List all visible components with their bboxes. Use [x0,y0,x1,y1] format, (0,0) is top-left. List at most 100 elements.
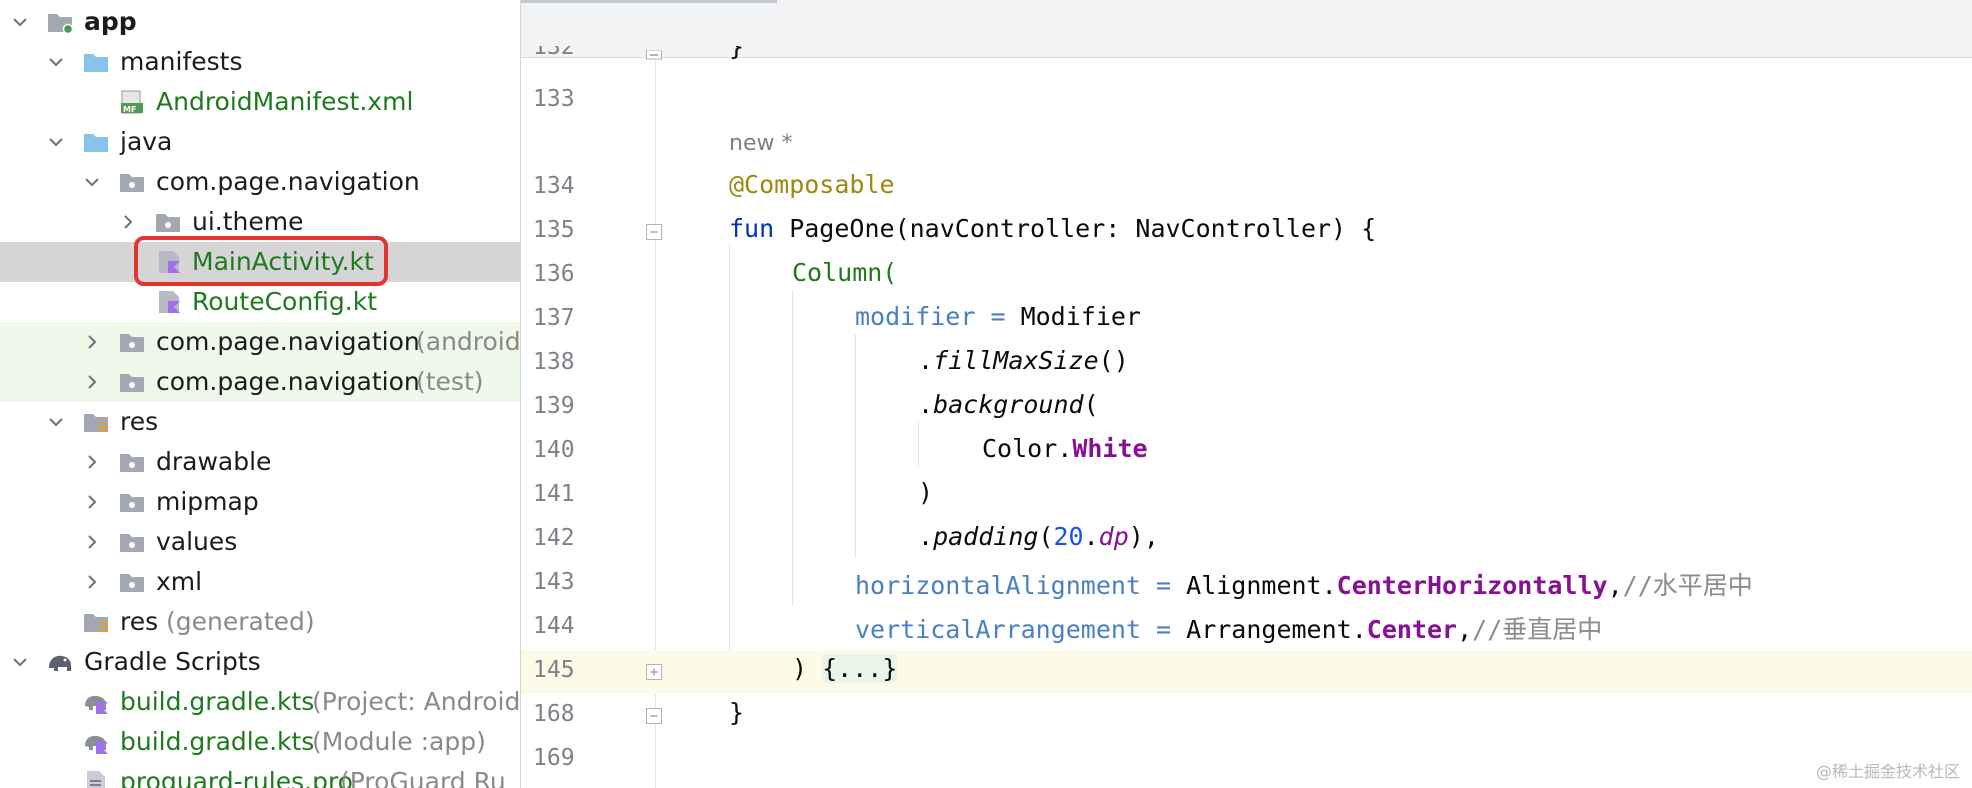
folder-icon [84,134,108,152]
code-line-143: horizontalAlignment = Alignment.CenterHo… [855,571,1753,600]
tree-row-build-gradle-project[interactable]: build.gradle.kts (Project: Android [0,682,520,722]
tree-row-values[interactable]: values [0,522,520,562]
tree-row-res[interactable]: res [0,402,520,442]
line-number: 134 [533,173,575,199]
line-number: 138 [533,349,575,375]
fold-expand-icon[interactable] [646,664,662,680]
tree-suffix: (Project: Android [312,687,520,716]
package-icon [120,454,144,472]
svg-text:MF: MF [123,105,136,114]
line-number: 139 [533,393,575,419]
gradle-file-icon [85,695,108,714]
code-line-142: .padding(20.dp), [918,522,1159,551]
line-number: 168 [533,701,575,727]
chevron-down-icon[interactable] [48,414,64,430]
code-line-139: .background( [918,390,1099,419]
line-number: 136 [533,261,575,287]
chevron-down-icon[interactable] [48,54,64,70]
tree-row-package-main[interactable]: com.page.navigation [0,162,520,202]
resource-folder-icon [84,414,108,432]
tree-label: java [120,127,173,156]
tree-label: RouteConfig.kt [192,287,378,316]
chevron-down-icon[interactable] [12,14,28,30]
tree-label: com.page.navigation [156,167,420,196]
tree-row-package-test[interactable]: com.page.navigation (test) [0,362,520,402]
chevron-right-icon[interactable] [84,574,100,590]
tree-row-gradle-scripts[interactable]: Gradle Scripts [0,642,520,682]
tree-label: proguard-rules.pro [120,767,353,788]
line-number: 140 [533,437,575,463]
chevron-down-icon[interactable] [84,174,100,190]
chevron-right-icon[interactable] [84,534,100,550]
kotlin-file-icon [159,291,180,313]
tree-label: Gradle Scripts [84,647,261,676]
watermark: @稀土掘金技术社区 [1815,762,1960,781]
code-line-144: verticalArrangement = Arrangement.Center… [855,615,1603,644]
package-icon [156,214,180,232]
code-line-135: fun PageOne(navController: NavController… [729,214,1377,243]
chevron-right-icon[interactable] [84,374,100,390]
tree-row-app[interactable]: app [0,2,520,42]
package-icon [120,574,144,592]
tree-label: AndroidManifest.xml [156,87,414,116]
tree-row-res-generated[interactable]: res (generated) [0,602,520,642]
tree-row-manifests[interactable]: manifests [0,42,520,82]
tree-label: res [120,607,159,636]
active-tab-indicator [521,0,777,3]
code-line-140: Color.White [982,434,1148,463]
tree-label: manifests [120,47,243,76]
manifest-file-icon: MF [121,90,143,114]
tree-row-package-androidtest[interactable]: com.page.navigation (androidT [0,322,520,362]
tree-row-proguard[interactable]: proguard-rules.pro (ProGuard Ru [0,762,520,788]
package-icon [120,494,144,512]
chevron-down-icon[interactable] [48,134,64,150]
tree-suffix: (ProGuard Ru [340,767,506,788]
indent-guide [729,246,730,650]
tree-label: res [120,407,159,436]
package-icon [120,174,144,192]
tree-suffix: (test) [416,367,484,396]
tree-row-routeconfig[interactable]: RouteConfig.kt [0,282,520,322]
code-line-138: .fillMaxSize() [918,346,1129,375]
tree-row-drawable[interactable]: drawable [0,442,520,482]
chevron-down-icon[interactable] [12,654,28,670]
current-line-highlight [521,650,1972,694]
line-number: 133 [533,86,575,112]
line-number: 144 [533,613,575,639]
project-tree-panel: app manifests MF AndroidManifest.xml jav… [0,0,520,788]
tree-label: ui.theme [192,207,304,236]
gradle-file-icon [85,735,108,754]
tree-suffix: (generated) [166,607,315,636]
tree-label: xml [156,567,203,596]
chevron-right-icon[interactable] [120,214,136,230]
fold-marker-icon[interactable] [646,50,662,60]
chevron-right-icon[interactable] [84,494,100,510]
code-author-inlay-hint[interactable]: new * [729,131,792,156]
fold-collapse-icon[interactable] [646,224,662,240]
gradle-elephant-icon [49,655,71,671]
package-icon [120,534,144,552]
tree-label: com.page.navigation [156,367,420,396]
code-line-137: modifier = Modifier [855,302,1141,331]
folded-code-region[interactable]: {...} [822,654,898,683]
line-number: 141 [533,481,575,507]
line-number: 169 [533,745,575,771]
tree-row-androidmanifest[interactable]: MF AndroidManifest.xml [0,82,520,122]
tree-row-xml[interactable]: xml [0,562,520,602]
module-folder-icon [48,14,74,34]
indent-guide [918,422,919,466]
line-number: 143 [533,569,575,595]
line-number: 137 [533,305,575,331]
folder-icon [84,54,108,72]
indent-guide [792,290,793,606]
tree-row-build-gradle-module[interactable]: build.gradle.kts (Module :app) [0,722,520,762]
chevron-right-icon[interactable] [84,454,100,470]
tree-suffix: (Module :app) [312,727,486,756]
tree-row-java[interactable]: java [0,122,520,162]
chevron-right-icon[interactable] [84,334,100,350]
tree-label: mipmap [156,487,259,516]
fold-end-icon[interactable] [646,708,662,724]
tree-row-mipmap[interactable]: mipmap [0,482,520,522]
tree-suffix: (androidT [416,327,520,356]
code-line-145: ) {...} [792,654,898,683]
